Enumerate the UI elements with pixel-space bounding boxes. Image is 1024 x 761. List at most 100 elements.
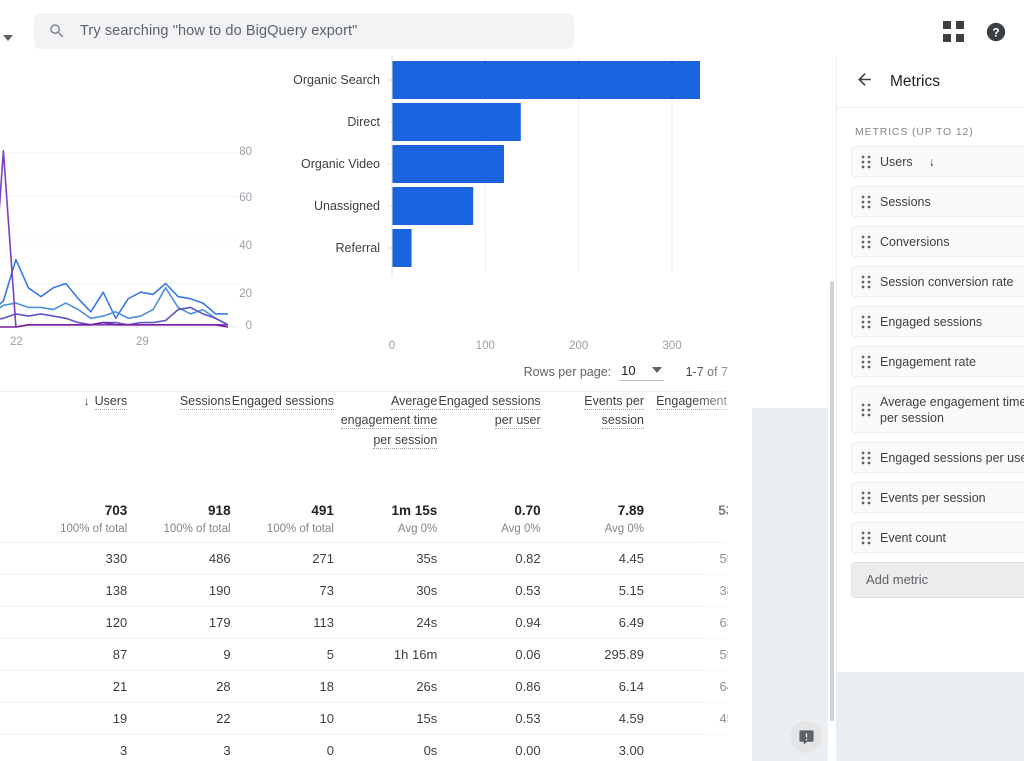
table-cell: 4.45 bbox=[618, 550, 645, 566]
table-cell: 0.06 bbox=[515, 646, 541, 662]
arrow-left-icon[interactable] bbox=[855, 70, 874, 94]
sort-arrow-down-icon[interactable]: ↓ bbox=[929, 155, 935, 169]
table-cell: 0.53 bbox=[515, 710, 541, 726]
metric-chip-8[interactable]: Events per session bbox=[851, 482, 1024, 513]
metric-chip-3[interactable]: Session conversion rate bbox=[851, 266, 1024, 297]
drag-handle-icon[interactable] bbox=[861, 315, 871, 329]
column-label: Engaged sessions bbox=[231, 394, 334, 410]
table-cell: 3 bbox=[223, 742, 231, 758]
table-cell: 486 bbox=[208, 550, 231, 566]
metric-chip-6[interactable]: Average engagement time per session bbox=[851, 386, 1024, 433]
metric-chip-1[interactable]: Sessions bbox=[851, 186, 1024, 217]
line-series bbox=[0, 287, 229, 326]
drag-handle-icon[interactable] bbox=[861, 155, 871, 169]
rows-per-page-select[interactable]: 10 bbox=[619, 363, 664, 381]
total-value: 0.70 bbox=[514, 503, 541, 518]
table-cell: 21 bbox=[112, 678, 128, 694]
table-cell: 3 bbox=[119, 742, 128, 758]
table-cell: 5.15 bbox=[618, 582, 645, 598]
metric-chip-label: Engagement rate bbox=[880, 354, 976, 369]
column-label: Engaged sessions per user bbox=[438, 394, 541, 430]
add-metric-label: Add metric bbox=[866, 572, 929, 587]
total-subtext: Avg 0% bbox=[397, 523, 438, 535]
table-cell: 5 bbox=[326, 646, 334, 662]
metric-chip-5[interactable]: Engagement rate bbox=[851, 346, 1024, 377]
drag-handle-icon[interactable] bbox=[861, 403, 871, 417]
table-header-users[interactable]: ↓ Users bbox=[0, 392, 128, 496]
table-cell: 330 bbox=[105, 550, 128, 566]
total-cell: 1m 15s Avg 0% bbox=[334, 496, 438, 542]
table-cell: 73 bbox=[319, 582, 334, 598]
table-row[interactable]: 3300s0.003.000 bbox=[0, 734, 752, 761]
metric-chip-label: Session conversion rate bbox=[880, 274, 1014, 289]
account-chevron-down-icon[interactable] bbox=[0, 30, 16, 46]
bar-x-tick: 100 bbox=[475, 340, 495, 352]
drag-handle-icon[interactable] bbox=[861, 195, 871, 209]
drag-handle-icon[interactable] bbox=[861, 275, 871, 289]
content-scrollbar-thumb[interactable] bbox=[830, 281, 834, 721]
content-right-gutter-top bbox=[752, 112, 836, 408]
search-input[interactable]: Try searching "how to do BigQuery export… bbox=[34, 13, 574, 49]
table-cell: 138 bbox=[105, 582, 128, 598]
table-header-engaged_per_user[interactable]: Engaged sessions per user bbox=[437, 392, 541, 496]
drag-handle-icon[interactable] bbox=[861, 531, 871, 545]
search-placeholder-text: Try searching "how to do BigQuery export… bbox=[80, 23, 358, 39]
drag-handle-icon[interactable] bbox=[861, 491, 871, 505]
metrics-table: ↓ Users Sessions Engaged sessions Average en… bbox=[0, 392, 752, 761]
metrics-panel-footer-bg bbox=[837, 672, 1024, 761]
table-header-events_per_session[interactable]: Events per session bbox=[540, 392, 645, 496]
metric-chip-4[interactable]: Engaged sessions bbox=[851, 306, 1024, 337]
table-header-avg_engagement_time[interactable]: Average engagement time per session bbox=[333, 392, 438, 496]
table-cell: 0.86 bbox=[515, 678, 541, 694]
line-chart bbox=[0, 150, 238, 328]
total-subtext: 100% of total bbox=[266, 523, 334, 535]
total-subtext: Avg 0% bbox=[501, 523, 541, 535]
metric-chip-label: Average engagement time per session bbox=[880, 394, 1024, 425]
add-metric-button[interactable]: Add metric bbox=[851, 562, 1024, 598]
table-cell: 22 bbox=[216, 710, 231, 726]
drag-handle-icon[interactable] bbox=[861, 235, 871, 249]
table-header-engaged_sessions[interactable]: Engaged sessions bbox=[230, 392, 334, 496]
help-circle-icon[interactable]: ? bbox=[985, 21, 1007, 43]
apps-grid-icon[interactable] bbox=[943, 21, 965, 43]
total-subtext: Avg 0% bbox=[604, 523, 645, 535]
table-row[interactable]: 33048627135s0.824.4555.76 bbox=[0, 542, 752, 574]
table-cell: 6.49 bbox=[618, 614, 645, 630]
table-cell: 0.00 bbox=[515, 742, 541, 758]
table-cell: 4.59 bbox=[618, 710, 645, 726]
table-cell: 30s bbox=[416, 582, 438, 598]
table-cell: 3.00 bbox=[618, 742, 645, 758]
analytics-app: Try searching "how to do BigQuery export… bbox=[0, 0, 1024, 761]
table-cell: 120 bbox=[105, 614, 128, 630]
total-value: 491 bbox=[311, 503, 334, 518]
y-tick: 60 bbox=[239, 192, 252, 204]
metric-chip-9[interactable]: Event count bbox=[851, 522, 1024, 553]
y-tick: 40 bbox=[239, 240, 252, 252]
table-body: 703 100% of total 918 100% of total 491 100% … bbox=[0, 496, 752, 761]
feedback-icon bbox=[798, 729, 814, 745]
table-cell: 87 bbox=[112, 646, 128, 662]
table-row[interactable]: 21281826s0.866.1464.29 bbox=[0, 670, 752, 702]
bar-x-tick: 200 bbox=[569, 340, 589, 352]
drag-handle-icon[interactable] bbox=[861, 451, 871, 465]
feedback-button[interactable] bbox=[790, 721, 822, 753]
drag-handle-icon[interactable] bbox=[861, 355, 871, 369]
bar bbox=[392, 103, 521, 141]
table-row[interactable]: 87951h 16m0.06295.8955.56 bbox=[0, 638, 752, 670]
table-cell: 24s bbox=[416, 614, 438, 630]
table-row[interactable]: 12017911324s0.946.4963.12 bbox=[0, 606, 752, 638]
bar-chart-card: Organic Search Direct Organic Video Unassig… bbox=[276, 56, 736, 352]
pagination-range-label: 1-7 of 7 bbox=[685, 364, 728, 379]
table-row[interactable]: 1381907330s0.535.1538.42 bbox=[0, 574, 752, 606]
x-tick: 29 bbox=[136, 336, 149, 348]
metric-chip-0[interactable]: Users ↓ bbox=[851, 146, 1024, 177]
metric-chip-2[interactable]: Conversions bbox=[851, 226, 1024, 257]
metrics-panel-title: Metrics bbox=[890, 72, 940, 90]
total-value: 918 bbox=[208, 503, 231, 518]
metric-chip-7[interactable]: Engaged sessions per user bbox=[851, 442, 1024, 473]
metric-chip-label: Conversions bbox=[880, 234, 950, 249]
table-cell: 1h 16m bbox=[393, 646, 438, 662]
table-cell: 190 bbox=[208, 582, 231, 598]
table-header-sessions[interactable]: Sessions bbox=[127, 392, 231, 496]
table-row[interactable]: 19221015s0.534.5945.45 bbox=[0, 702, 752, 734]
